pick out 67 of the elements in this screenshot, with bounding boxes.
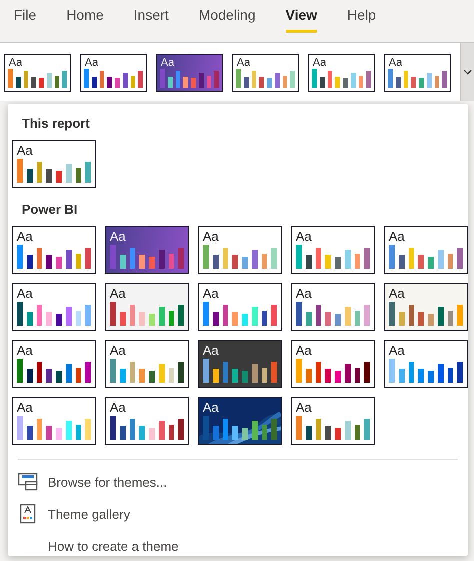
theme-sample-text: Aa bbox=[109, 399, 126, 414]
theme-thumbnail[interactable]: Aa bbox=[105, 226, 189, 274]
theme-sample-text: Aa bbox=[312, 56, 326, 69]
theme-sample-text: Aa bbox=[295, 228, 312, 243]
theme-sample-text: Aa bbox=[8, 56, 22, 69]
theme-thumbnail[interactable]: Aa bbox=[384, 226, 468, 274]
theme-thumbnail[interactable]: Aa bbox=[384, 340, 468, 388]
theme-thumbnail[interactable]: Aa bbox=[12, 397, 96, 445]
ribbon-tab[interactable]: View bbox=[286, 0, 318, 33]
theme-sample-text: Aa bbox=[202, 399, 219, 414]
document-icon bbox=[20, 504, 36, 524]
theme-thumbnail[interactable]: Aa bbox=[291, 340, 375, 388]
theme-sample-text: Aa bbox=[16, 142, 33, 157]
theme-thumbnail[interactable]: Aa bbox=[105, 397, 189, 445]
ribbon-tab[interactable]: Insert bbox=[134, 0, 169, 33]
ribbon-tab[interactable]: Home bbox=[66, 0, 104, 33]
menu-item[interactable]: Theme gallery bbox=[12, 498, 464, 530]
theme-thumbnail[interactable]: Aa bbox=[198, 283, 282, 331]
theme-sample-text: Aa bbox=[295, 399, 312, 414]
theme-thumbnail[interactable]: Aa bbox=[12, 283, 96, 331]
theme-sample-text: Aa bbox=[84, 56, 98, 69]
theme-thumbnail[interactable]: Aa bbox=[384, 54, 451, 92]
theme-thumbnail[interactable]: Aa bbox=[80, 54, 147, 92]
ribbon-tab[interactable]: Modeling bbox=[198, 0, 256, 33]
ribbon-tab[interactable]: File bbox=[14, 0, 37, 33]
theme-sample-text: Aa bbox=[295, 285, 312, 300]
theme-sample-text: Aa bbox=[109, 228, 126, 243]
theme-sample-text: Aa bbox=[388, 56, 402, 69]
theme-sample-text: Aa bbox=[16, 285, 33, 300]
theme-sample-text: Aa bbox=[109, 342, 126, 357]
theme-thumbnail[interactable]: Aa bbox=[12, 140, 96, 188]
theme-sample-text: Aa bbox=[16, 228, 33, 243]
theme-thumbnail[interactable]: Aa bbox=[105, 340, 189, 388]
theme-sample-text: Aa bbox=[236, 56, 250, 69]
theme-sample-text: Aa bbox=[388, 285, 405, 300]
theme-thumbnail[interactable]: Aa bbox=[291, 283, 375, 331]
section-heading: This report bbox=[21, 115, 91, 133]
theme-thumbnail[interactable]: Aa bbox=[308, 54, 375, 92]
theme-thumbnail[interactable]: Aa bbox=[156, 54, 223, 92]
menu-item[interactable]: Browse for themes... bbox=[12, 466, 464, 498]
theme-sample-text: Aa bbox=[202, 228, 219, 243]
theme-thumbnail[interactable]: Aa bbox=[198, 397, 282, 445]
section-heading: Power BI bbox=[21, 201, 79, 219]
theme-sample-text: Aa bbox=[16, 399, 33, 414]
theme-sample-text: Aa bbox=[109, 285, 126, 300]
more-button[interactable] bbox=[460, 43, 474, 101]
theme-thumbnail[interactable]: Aa bbox=[384, 283, 468, 331]
theme-thumbnail[interactable]: Aa bbox=[12, 340, 96, 388]
theme-thumbnail[interactable]: Aa bbox=[12, 226, 96, 274]
theme-sample-text: Aa bbox=[388, 342, 405, 357]
theme-thumbnail[interactable]: Aa bbox=[291, 226, 375, 274]
ribbon-tab[interactable]: Help bbox=[347, 0, 376, 33]
theme-thumbnail[interactable]: Aa bbox=[232, 54, 299, 92]
theme-sample-text: Aa bbox=[16, 342, 33, 357]
theme-thumbnail[interactable]: Aa bbox=[291, 397, 375, 445]
theme-sample-text: Aa bbox=[202, 285, 219, 300]
theme-sample-text: Aa bbox=[202, 342, 219, 357]
theme-thumbnail[interactable]: Aa bbox=[105, 283, 189, 331]
menu-item[interactable]: How to create a theme bbox=[12, 530, 464, 561]
theme-sample-text: Aa bbox=[295, 342, 312, 357]
theme-thumbnail[interactable]: Aa bbox=[4, 54, 71, 92]
theme-thumbnail[interactable]: Aa bbox=[198, 340, 282, 388]
windows-icon bbox=[18, 473, 38, 491]
chevron-down-icon bbox=[464, 70, 472, 74]
theme-sample-text: Aa bbox=[160, 56, 174, 69]
theme-sample-text: Aa bbox=[388, 228, 405, 243]
theme-thumbnail[interactable]: Aa bbox=[198, 226, 282, 274]
